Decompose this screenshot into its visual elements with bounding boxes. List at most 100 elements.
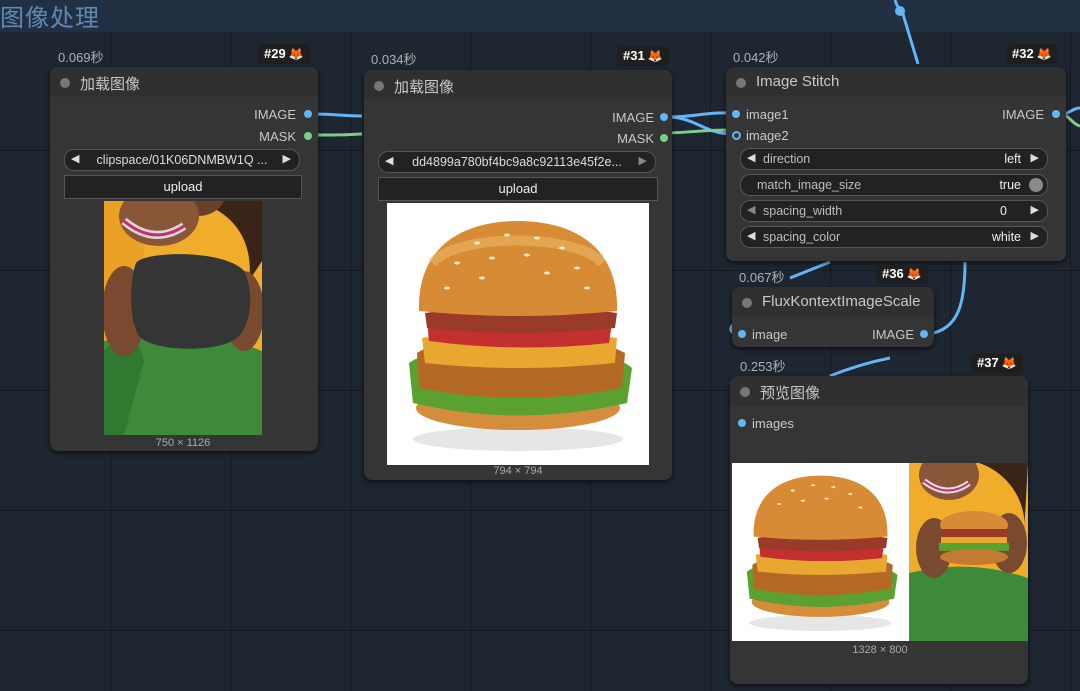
node31-header[interactable]: 加载图像 [364,70,672,100]
node36-id-badge: #36 🦊 [876,264,928,284]
node29-output-image-port[interactable] [304,110,312,118]
node36-input-image-label: image [752,327,788,342]
node-preview-image-37[interactable]: 预览图像 images 1328 × 800 [730,376,1028,684]
node32-input-image2-port[interactable] [732,131,741,140]
woman-with-burger-illustration [909,463,1028,641]
arrow-left-icon[interactable]: ◀ [747,203,755,216]
collapse-dot-icon[interactable] [374,81,384,91]
node32-input-image1-port[interactable] [732,110,740,118]
collapse-dot-icon[interactable] [742,298,752,308]
group-header-bar[interactable] [0,0,1080,32]
node31-output-mask-label: MASK [617,131,654,146]
node-flux-kontext-image-scale-36[interactable]: FluxKontextImageScale image IMAGE [732,287,934,347]
toggle-knob-icon[interactable] [1029,178,1043,192]
fox-icon: 🦊 [1036,47,1052,61]
node-load-image-31[interactable]: 加载图像 IMAGE MASK ◀ dd4899a780bf4bc9a8c921… [364,70,672,480]
arrow-right-icon[interactable]: ▶ [283,152,291,165]
direction-value: left [1004,152,1021,166]
node37-preview-burger [732,463,909,641]
node29-output-mask-port[interactable] [304,132,312,140]
node29-title: 加载图像 [80,76,141,93]
arrow-right-icon[interactable]: ▶ [1031,151,1039,164]
arrow-right-icon[interactable]: ▶ [1031,229,1039,242]
direction-combo[interactable]: ◀ direction left ▶ [740,148,1048,170]
arrow-left-icon[interactable]: ◀ [71,152,79,165]
node32-input-image2-label: image2 [746,128,789,143]
fox-icon: 🦊 [1001,356,1017,370]
node31-output-mask-port[interactable] [660,134,668,142]
node29-exec-time: 0.069秒 [58,50,104,65]
node31-exec-time: 0.034秒 [371,52,417,67]
node32-title: Image Stitch [756,73,840,90]
spacing-color-label: spacing_color [763,230,841,244]
node32-output-image-port[interactable] [1052,110,1060,118]
node37-preview-woman [909,463,1028,641]
node31-preview-image [387,203,649,465]
fox-icon: 🦊 [647,49,663,63]
node36-output-image-port[interactable] [920,330,928,338]
node37-id-badge: #37 🦊 [971,353,1023,373]
node37-header[interactable]: 预览图像 [730,376,1028,406]
spacing-width-value: 0 [1000,204,1007,218]
match-image-size-label: match_image_size [757,178,862,192]
burger-photo-illustration [746,475,898,632]
woman-photo-illustration [104,201,262,435]
node36-input-image-port[interactable] [738,330,746,338]
node29-id-badge: #29 🦊 [258,44,310,64]
node29-preview-image [104,201,262,435]
match-image-size-value: true [999,178,1021,192]
node32-input-image1-label: image1 [746,107,789,122]
node31-upload-button[interactable]: upload [378,177,658,201]
arrow-right-icon[interactable]: ▶ [639,154,647,167]
node29-file-value: clipspace/01K06DNMBW1Q ... [96,153,268,167]
node31-id: #31 [623,48,645,63]
direction-label: direction [763,152,811,166]
collapse-dot-icon[interactable] [60,78,70,88]
arrow-right-icon[interactable]: ▶ [1031,203,1039,216]
node31-image-select[interactable]: ◀ dd4899a780bf4bc9a8c92113e45f2e... ▶ [378,151,656,173]
node29-image-select[interactable]: ◀ clipspace/01K06DNMBW1Q ... ▶ [64,149,300,171]
node37-image-size: 1328 × 800 [852,644,908,656]
spacing-width-number[interactable]: ◀ spacing_width 0 ▶ [740,200,1048,222]
node-image-stitch-32[interactable]: Image Stitch image1 image2 IMAGE ◀ direc… [726,67,1066,261]
node31-file-value: dd4899a780bf4bc9a8c92113e45f2e... [412,155,622,169]
node29-image-size: 750 × 1126 [155,437,211,449]
node37-title: 预览图像 [760,385,821,402]
node36-exec-time: 0.067秒 [739,270,785,285]
node-load-image-29[interactable]: 加载图像 IMAGE MASK ◀ clipspace/01K06DNMBW1Q… [50,67,318,451]
node36-id: #36 [882,266,904,281]
group-title[interactable]: 图像处理 [0,0,100,33]
node31-title: 加载图像 [394,79,455,96]
burger-photo-illustration [409,221,632,451]
match-image-size-toggle[interactable]: match_image_size true [740,174,1048,196]
spacing-width-label: spacing_width [763,204,843,218]
node31-id-badge: #31 🦊 [617,46,669,66]
collapse-dot-icon[interactable] [740,387,750,397]
node29-output-image-label: IMAGE [254,107,296,122]
arrow-left-icon[interactable]: ◀ [385,154,393,167]
collapse-dot-icon[interactable] [736,78,746,88]
node29-id: #29 [264,46,286,61]
spacing-color-combo[interactable]: ◀ spacing_color white ▶ [740,226,1048,248]
node31-output-image-port[interactable] [660,113,668,121]
arrow-left-icon[interactable]: ◀ [747,229,755,242]
node29-header[interactable]: 加载图像 [50,67,318,97]
arrow-left-icon[interactable]: ◀ [747,151,755,164]
node32-id: #32 [1012,46,1034,61]
node32-id-badge: #32 🦊 [1006,44,1058,64]
node37-input-images-port[interactable] [738,419,746,427]
node37-id: #37 [977,355,999,370]
node32-output-image-label: IMAGE [1002,107,1044,122]
node37-input-images-label: images [752,416,794,431]
node32-exec-time: 0.042秒 [733,50,779,65]
fox-icon: 🦊 [288,47,304,61]
node36-output-image-label: IMAGE [872,327,914,342]
node32-header[interactable]: Image Stitch [726,67,1066,97]
node36-header[interactable]: FluxKontextImageScale [732,287,934,317]
spacing-color-value: white [991,230,1021,244]
node36-title: FluxKontextImageScale [762,293,921,310]
node31-output-image-label: IMAGE [612,110,654,125]
node31-image-size: 794 × 794 [493,465,543,477]
node29-upload-button[interactable]: upload [64,175,302,199]
node37-exec-time: 0.253秒 [740,359,786,374]
